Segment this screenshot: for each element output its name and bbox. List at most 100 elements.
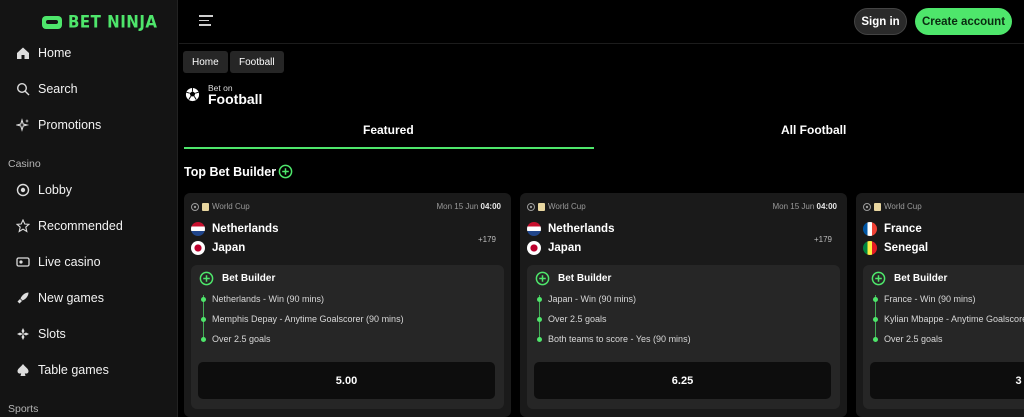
sign-in-button[interactable]: Sign in: [854, 8, 907, 35]
bet-builder-header: Bet Builder: [535, 271, 611, 286]
france-flag-icon: [863, 222, 877, 236]
live-casino-icon: [16, 255, 30, 269]
football-icon: [185, 87, 200, 102]
casino-heading: Casino: [8, 158, 41, 170]
sidebar-item-label: Lobby: [38, 183, 73, 197]
match-card[interactable]: World Cup France Senegal Bet Builder Fra…: [856, 193, 1024, 417]
bet-builder-plus-icon: [199, 271, 214, 286]
brand-name: BET NINJA: [68, 12, 158, 32]
ninja-mask-icon: [42, 15, 62, 29]
bet-builder-plus-icon: [871, 271, 886, 286]
page-title: Football: [208, 91, 263, 107]
breadcrumb-home[interactable]: Home: [183, 51, 228, 73]
away-team: Senegal: [863, 241, 928, 255]
create-account-button[interactable]: Create account: [915, 8, 1012, 35]
japan-flag-icon: [527, 241, 541, 255]
breadcrumb-football[interactable]: Football: [230, 51, 284, 73]
sidebar-item-label: Recommended: [38, 219, 123, 233]
selection-item: Over 2.5 goals: [201, 334, 271, 344]
sidebar-item-recommended[interactable]: Recommended: [16, 216, 123, 236]
netherlands-flag-icon: [191, 222, 205, 236]
netherlands-flag-icon: [527, 222, 541, 236]
match-card[interactable]: World Cup Mon 15 Jun 04:00 Netherlands J…: [184, 193, 511, 417]
away-team-name: Japan: [212, 242, 246, 254]
slots-icon: [16, 327, 30, 341]
sidebar-item-live-casino[interactable]: Live casino: [16, 252, 101, 272]
trophy-icon: [202, 202, 209, 211]
selection-item: France - Win (90 mins): [873, 294, 976, 304]
competition: World Cup: [191, 202, 250, 211]
brand-logo[interactable]: BET NINJA: [42, 12, 158, 32]
odds-button[interactable]: 3: [870, 362, 1024, 399]
selection-item: Japan - Win (90 mins): [537, 294, 636, 304]
rocket-icon: [16, 291, 30, 305]
menu-icon[interactable]: [199, 15, 213, 27]
sidebar-item-new-games[interactable]: New games: [16, 288, 104, 308]
competition-name: World Cup: [884, 202, 922, 211]
selection-item: Over 2.5 goals: [873, 334, 943, 344]
sidebar-item-label: Slots: [38, 327, 66, 341]
sports-heading: Sports: [8, 403, 39, 415]
sidebar-item-label: Search: [38, 82, 78, 96]
football-icon: [863, 202, 871, 211]
home-team-name: Netherlands: [212, 223, 279, 235]
odds-button[interactable]: 5.00: [198, 362, 495, 399]
sidebar-item-lobby[interactable]: Lobby: [16, 180, 72, 200]
sidebar-item-label: Home: [38, 46, 72, 60]
selection-item: Memphis Depay - Anytime Goalscorer (90 m…: [201, 314, 404, 324]
lobby-icon: [16, 183, 30, 197]
football-icon: [527, 202, 535, 211]
bet-builder-header: Bet Builder: [871, 271, 947, 286]
top-bar: Sign in Create account: [179, 0, 1024, 44]
bet-builder-plus-icon: [278, 164, 293, 179]
sidebar-item-table-games[interactable]: Table games: [16, 360, 109, 380]
bet-builder-label: Bet Builder: [222, 273, 276, 284]
home-team: Netherlands: [527, 222, 614, 236]
match-date: Mon 15 Jun 04:00: [436, 202, 501, 211]
selection-item: Over 2.5 goals: [537, 314, 607, 324]
away-team-name: Senegal: [884, 242, 929, 254]
football-icon: [191, 202, 199, 211]
home-team: Netherlands: [191, 222, 278, 236]
bet-builder-header: Bet Builder: [199, 271, 275, 286]
away-team: Japan: [527, 241, 581, 255]
japan-flag-icon: [191, 241, 205, 255]
sidebar: BET NINJA Home Search Promotions Casino …: [0, 0, 178, 417]
section-title: Top Bet Builder: [184, 165, 277, 179]
star-icon: [16, 219, 30, 233]
trophy-icon: [538, 202, 545, 211]
sidebar-item-slots[interactable]: Slots: [16, 324, 66, 344]
match-card[interactable]: World Cup Mon 15 Jun 04:00 Netherlands J…: [520, 193, 847, 417]
sidebar-item-label: Table games: [38, 363, 109, 377]
competition-name: World Cup: [548, 202, 586, 211]
tab-featured[interactable]: Featured: [363, 123, 414, 137]
odds-button[interactable]: 6.25: [534, 362, 831, 399]
active-tab-indicator: [184, 147, 594, 149]
more-markets[interactable]: +179: [478, 235, 496, 244]
home-icon: [16, 46, 30, 60]
away-team-name: Japan: [548, 242, 582, 254]
sparkle-icon: [16, 118, 30, 132]
away-team: Japan: [191, 241, 245, 255]
bet-builder-box: Bet Builder France - Win (90 mins) Kylia…: [863, 265, 1024, 409]
bet-builder-label: Bet Builder: [558, 273, 612, 284]
sidebar-item-label: Promotions: [38, 118, 102, 132]
sidebar-item-home[interactable]: Home: [16, 43, 71, 63]
home-team-name: France: [884, 223, 922, 235]
competition: World Cup: [863, 202, 922, 211]
more-markets[interactable]: +179: [814, 235, 832, 244]
sidebar-item-label: New games: [38, 291, 104, 305]
home-team-name: Netherlands: [548, 223, 615, 235]
bet-builder-box: Bet Builder Japan - Win (90 mins) Over 2…: [527, 265, 840, 409]
trophy-icon: [874, 202, 881, 211]
selection-item: Kylian Mbappe - Anytime Goalscorer (90 m…: [873, 314, 1024, 324]
competition-name: World Cup: [212, 202, 250, 211]
bet-builder-box: Bet Builder Netherlands - Win (90 mins) …: [191, 265, 504, 409]
bet-builder-plus-icon: [535, 271, 550, 286]
sidebar-item-search[interactable]: Search: [16, 79, 78, 99]
bet-builder-label: Bet Builder: [894, 273, 948, 284]
tab-all-football[interactable]: All Football: [781, 123, 846, 137]
selection-item: Netherlands - Win (90 mins): [201, 294, 324, 304]
sidebar-item-promotions[interactable]: Promotions: [16, 115, 101, 135]
spade-icon: [16, 363, 30, 377]
